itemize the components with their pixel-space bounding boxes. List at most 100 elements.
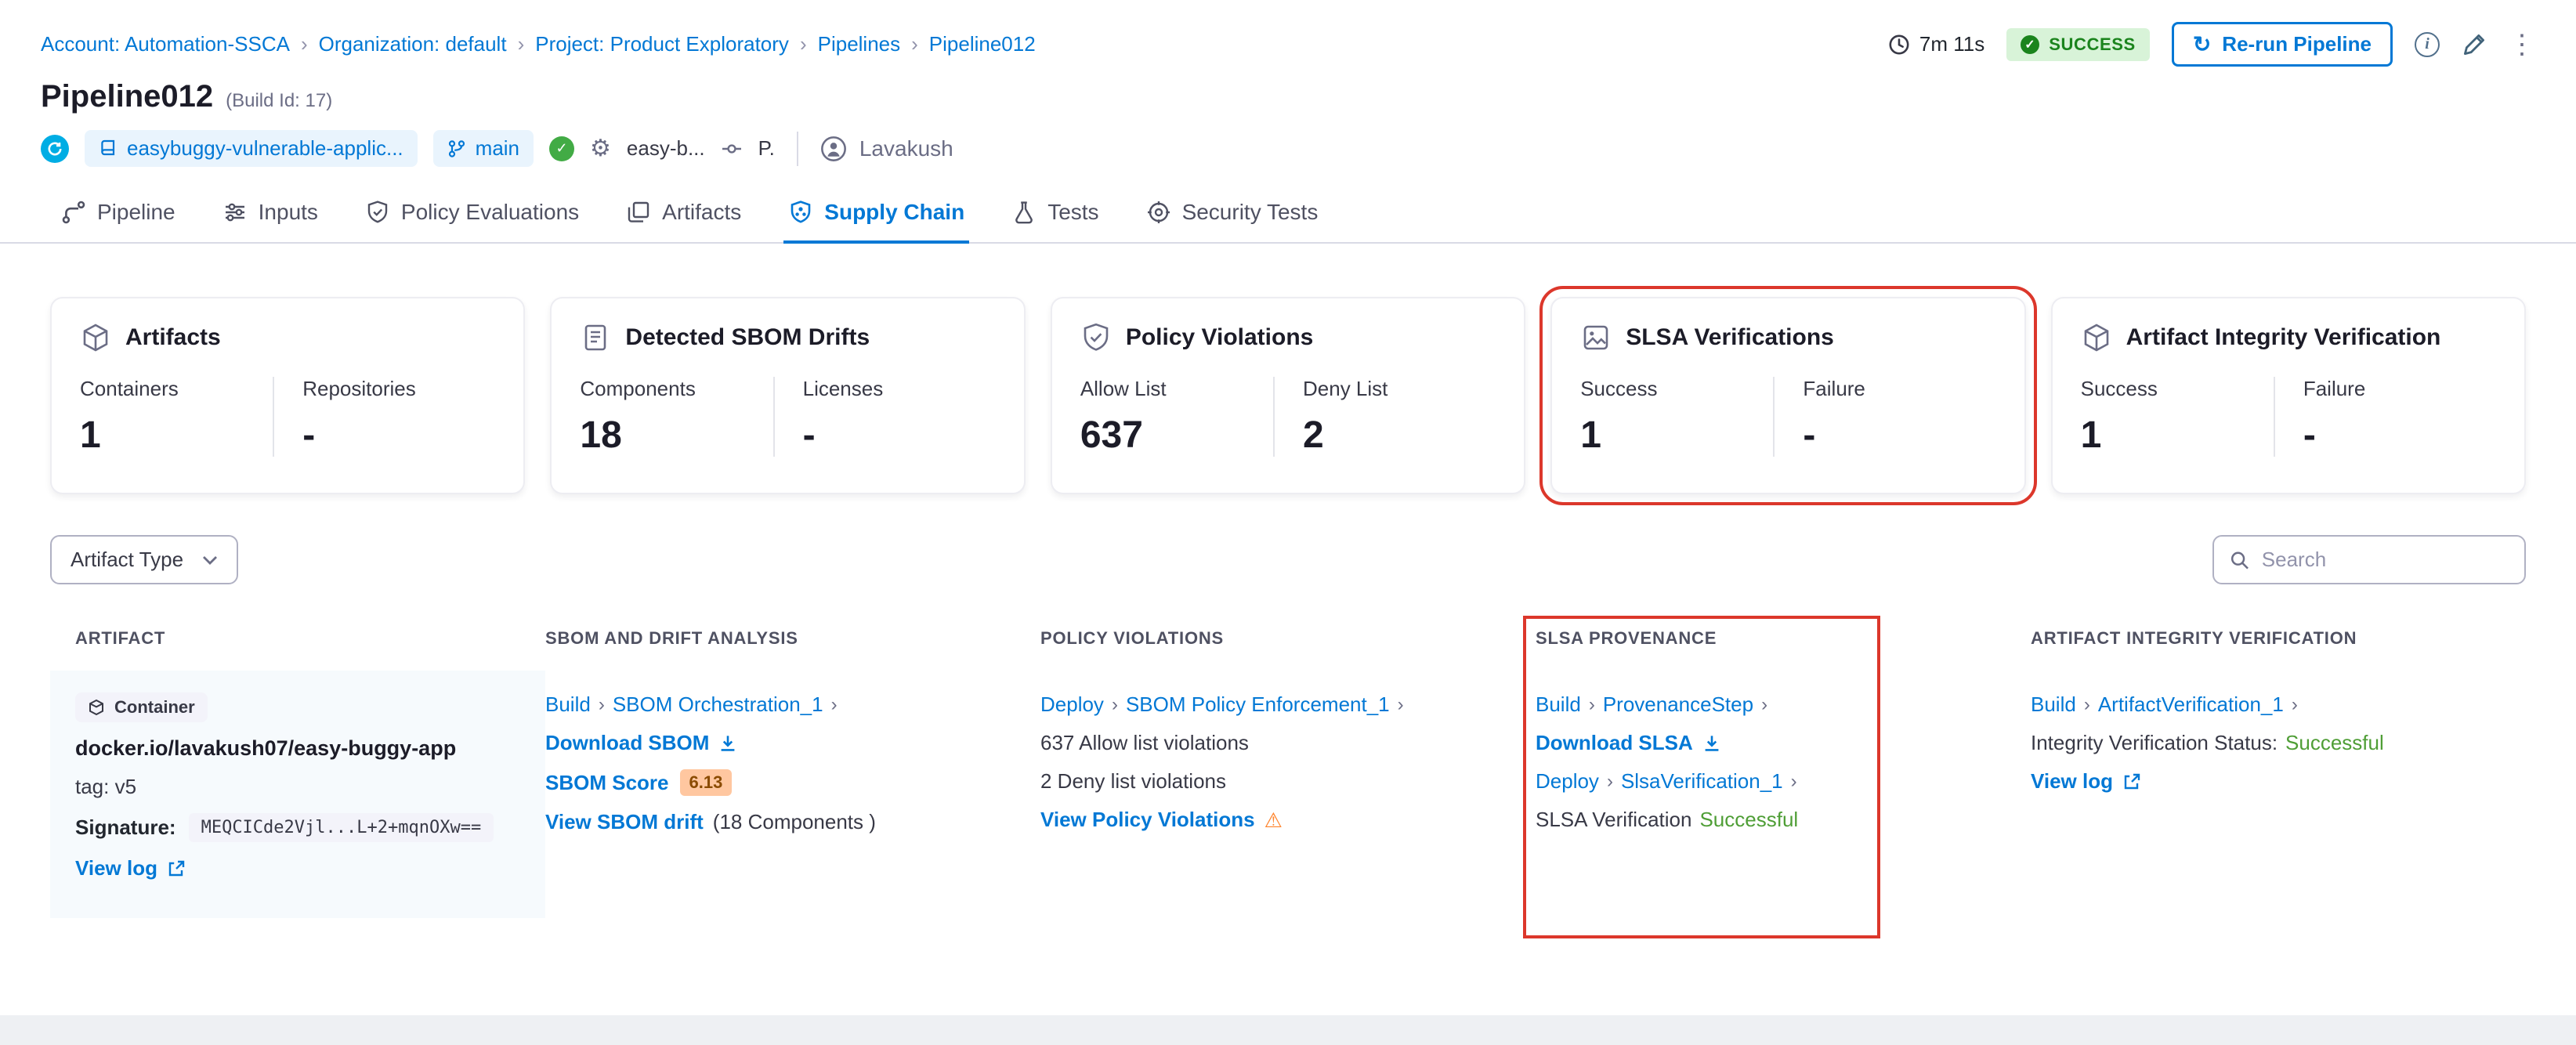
sbom-cell: Build › SBOM Orchestration_1 › Download …	[545, 671, 1040, 918]
metric-value: -	[802, 414, 816, 456]
slsa-status-value: Successful	[1699, 808, 1799, 831]
stage-link[interactable]: Deploy	[1536, 769, 1599, 794]
allow-list-violations: 637 Allow list violations	[1040, 731, 1249, 754]
edit-pipeline-button[interactable]	[2462, 32, 2487, 57]
metric-value: -	[2303, 414, 2316, 456]
step-link[interactable]: SlsaVerification_1	[1621, 769, 1783, 794]
chevron-right-icon: ›	[911, 32, 918, 56]
metric-label: Licenses	[802, 377, 884, 400]
tab-supply-chain[interactable]: Supply Chain	[768, 183, 985, 244]
integrity-status-label: Integrity Verification Status:	[2031, 731, 2278, 754]
metric-label: Failure	[2303, 377, 2366, 400]
chevron-right-icon: ›	[1790, 770, 1797, 792]
stage-link[interactable]: Build	[2031, 692, 2076, 717]
tab-bar: Pipeline Inputs Policy Evaluations Artif…	[0, 183, 2576, 244]
sliders-icon	[225, 203, 244, 222]
metric-value: 2	[1303, 414, 1324, 456]
metric-label: Containers	[80, 377, 179, 400]
step-link[interactable]: SBOM Orchestration_1	[613, 692, 823, 717]
search-box[interactable]	[2212, 535, 2526, 584]
tab-tests[interactable]: Tests	[991, 183, 1119, 242]
tab-inputs[interactable]: Inputs	[202, 183, 338, 242]
chevron-down-icon	[203, 555, 218, 565]
rerun-label: Re-run Pipeline	[2222, 32, 2372, 56]
clock-icon	[1889, 34, 1909, 54]
branch-name: main	[475, 136, 520, 160]
chevron-right-icon: ›	[1588, 693, 1595, 715]
download-slsa-link[interactable]: Download SLSA	[1536, 731, 1721, 755]
breadcrumb-project[interactable]: Project: Product Exploratory	[535, 32, 789, 56]
metric-value: -	[302, 414, 316, 456]
shield-check-icon	[1084, 323, 1109, 351]
step-link[interactable]: ProvenanceStep	[1603, 692, 1753, 717]
artifact-cell: Container docker.io/lavakush07/easy-bugg…	[50, 671, 545, 918]
view-log-link[interactable]: View log	[2031, 769, 2141, 794]
sbom-score[interactable]: SBOM Score 6.13	[545, 769, 733, 796]
chevron-right-icon: ›	[1761, 693, 1768, 715]
rerun-icon: ↻	[2192, 31, 2212, 56]
metric-label: Failure	[1803, 377, 1865, 400]
card-title: Artifacts	[125, 324, 221, 350]
metric-value: -	[1803, 414, 1816, 456]
slsa-badge-icon	[1583, 325, 1608, 350]
chevron-right-icon: ›	[1111, 693, 1118, 715]
summary-cards: Artifacts Containers 1 Repositories - De…	[50, 286, 2527, 505]
triggered-by-user: Lavakush	[820, 136, 953, 162]
commit-icon	[722, 143, 741, 154]
artifact-signature: Signature: MEQCICde2Vjl...L+2+mqnOXw==	[75, 813, 494, 842]
stage-link[interactable]: Build	[545, 692, 591, 717]
metric-label: Components	[580, 377, 696, 400]
view-policy-violations-link[interactable]: View Policy Violations ⚠	[1040, 808, 1283, 832]
chevron-right-icon: ›	[799, 32, 807, 56]
metric-value: 1	[1580, 414, 1601, 456]
trigger-label: easy-b...	[626, 136, 705, 160]
view-sbom-drift-link[interactable]: View SBOM drift	[545, 810, 704, 834]
stage-link[interactable]: Deploy	[1040, 692, 1104, 717]
more-options-icon[interactable]: ⋮	[2509, 29, 2535, 60]
column-header-integrity: ARTIFACT INTEGRITY VERIFICATION	[2031, 628, 2357, 648]
stage-link[interactable]: Build	[1536, 692, 1581, 717]
tab-pipeline[interactable]: Pipeline	[41, 183, 196, 242]
external-link-icon	[2124, 773, 2140, 789]
metric-label: Allow List	[1080, 377, 1167, 400]
artifact-type-dropdown[interactable]: Artifact Type	[50, 535, 239, 584]
tab-artifacts[interactable]: Artifacts	[606, 183, 762, 242]
rerun-pipeline-button[interactable]: ↻ Re-run Pipeline	[2171, 22, 2393, 67]
download-sbom-link[interactable]: Download SBOM	[545, 731, 737, 755]
tab-security-tests[interactable]: Security Tests	[1126, 183, 1339, 242]
page-title: Pipeline012	[41, 79, 214, 114]
breadcrumb-organization[interactable]: Organization: default	[319, 32, 507, 56]
slsa-cell: Build › ProvenanceStep › Download SLSA D…	[1536, 671, 2031, 918]
page-bottom-strip	[0, 1015, 2576, 1045]
column-header-slsa: SLSA PROVENANCE	[1536, 628, 1717, 648]
chevron-right-icon: ›	[300, 32, 308, 56]
sbom-score-badge: 6.13	[679, 769, 733, 796]
breadcrumb-account[interactable]: Account: Automation-SSCA	[41, 32, 290, 56]
search-input[interactable]	[2261, 548, 2509, 572]
info-icon[interactable]: i	[2415, 31, 2440, 57]
step-link[interactable]: SBOM Policy Enforcement_1	[1126, 692, 1390, 717]
search-icon	[2230, 551, 2249, 570]
breadcrumb-pipelines[interactable]: Pipelines	[818, 32, 901, 56]
tab-policy-evaluations[interactable]: Policy Evaluations	[345, 183, 599, 242]
column-header-artifact: ARTIFACT	[75, 628, 166, 648]
repository-chip[interactable]: easybuggy-vulnerable-applic...	[85, 130, 418, 167]
chevron-right-icon: ›	[598, 693, 605, 715]
sbom-document-icon	[585, 324, 606, 351]
page-header: Account: Automation-SSCA › Organization:…	[0, 0, 2576, 167]
repository-icon	[101, 139, 115, 155]
branch-chip[interactable]: main	[432, 130, 534, 167]
pipeline-icon	[62, 201, 85, 224]
chevron-right-icon: ›	[2291, 693, 2298, 715]
artifacts-icon	[628, 201, 649, 222]
metric-value: 637	[1080, 414, 1143, 456]
step-link[interactable]: ArtifactVerification_1	[2098, 692, 2284, 717]
chevron-right-icon: ›	[1606, 770, 1613, 792]
pipeline-execution-page: Account: Automation-SSCA › Organization:…	[0, 0, 2576, 1045]
warning-icon: ⚠	[1264, 808, 1283, 832]
repository-name: easybuggy-vulnerable-applic...	[127, 136, 403, 160]
download-icon	[722, 735, 735, 751]
breadcrumb-pipeline012[interactable]: Pipeline012	[929, 32, 1036, 56]
view-log-link[interactable]: View log	[75, 856, 186, 880]
supply-chain-icon	[791, 201, 811, 223]
